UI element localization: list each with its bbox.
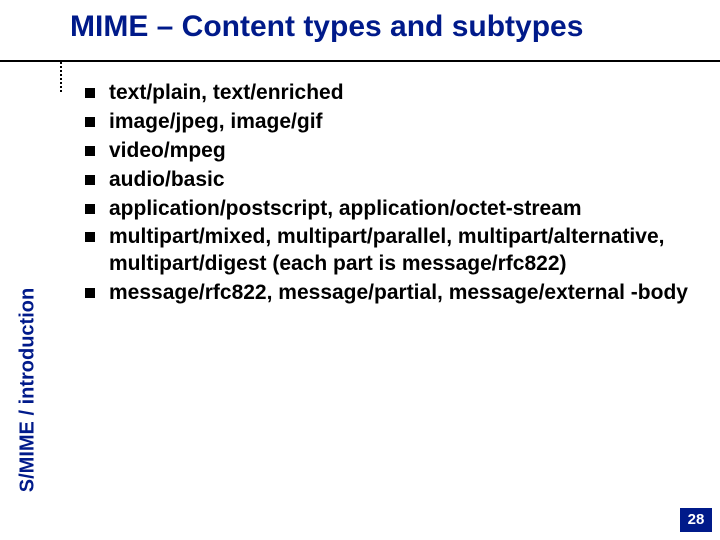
square-bullet-icon xyxy=(85,88,95,98)
square-bullet-icon xyxy=(85,117,95,127)
list-item: video/mpeg xyxy=(85,138,690,165)
list-item-text: audio/basic xyxy=(109,167,690,194)
square-bullet-icon xyxy=(85,288,95,298)
list-item-text: text/plain, text/enriched xyxy=(109,80,690,107)
slide: MIME – Content types and subtypes S/MIME… xyxy=(0,0,720,540)
page-title: MIME – Content types and subtypes xyxy=(70,10,700,44)
list-item-text: message/rfc822, message/partial, message… xyxy=(109,280,690,307)
horizontal-divider xyxy=(0,60,720,62)
list-item: audio/basic xyxy=(85,167,690,194)
sidebar-label: S/MIME / introduction xyxy=(17,288,40,492)
list-item: text/plain, text/enriched xyxy=(85,80,690,107)
square-bullet-icon xyxy=(85,232,95,242)
sidebar-label-container: S/MIME / introduction xyxy=(8,250,48,530)
page-number-badge: 28 xyxy=(680,508,712,532)
list-item-text: image/jpeg, image/gif xyxy=(109,109,690,136)
square-bullet-icon xyxy=(85,204,95,214)
list-item-text: application/postscript, application/octe… xyxy=(109,196,690,223)
list-item: image/jpeg, image/gif xyxy=(85,109,690,136)
square-bullet-icon xyxy=(85,175,95,185)
list-item: application/postscript, application/octe… xyxy=(85,196,690,223)
list-item: message/rfc822, message/partial, message… xyxy=(85,280,690,307)
list-item-text: video/mpeg xyxy=(109,138,690,165)
bullet-list: text/plain, text/enriched image/jpeg, im… xyxy=(85,80,690,309)
list-item: multipart/mixed, multipart/parallel, mul… xyxy=(85,224,690,278)
list-item-text: multipart/mixed, multipart/parallel, mul… xyxy=(109,224,690,278)
vertical-dotted-rule xyxy=(60,62,62,92)
square-bullet-icon xyxy=(85,146,95,156)
